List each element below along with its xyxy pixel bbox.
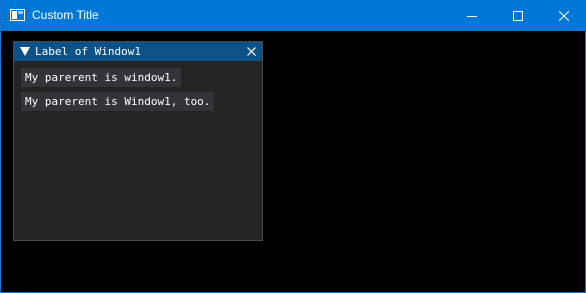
imgui-titlebar[interactable]: Label of Window1 xyxy=(14,42,262,61)
collapse-arrow-icon[interactable] xyxy=(20,47,30,56)
child-label-item[interactable]: My parerent is window1. xyxy=(21,68,182,87)
close-button[interactable] xyxy=(541,0,586,31)
imgui-window[interactable]: Label of Window1 My parerent is window1.… xyxy=(13,41,263,241)
minimize-icon xyxy=(467,15,477,17)
window-title: Custom Title xyxy=(32,8,99,22)
minimize-button[interactable] xyxy=(449,0,495,31)
imgui-close-button[interactable] xyxy=(245,45,258,58)
os-titlebar[interactable]: Custom Title xyxy=(1,0,586,31)
client-area: Label of Window1 My parerent is window1.… xyxy=(1,31,585,292)
imgui-window-title: Label of Window1 xyxy=(35,45,141,58)
app-window-icon xyxy=(10,9,25,21)
close-icon xyxy=(559,10,569,21)
maximize-icon xyxy=(513,10,523,21)
maximize-button[interactable] xyxy=(495,0,541,31)
close-icon xyxy=(247,47,256,56)
child-label-item[interactable]: My parerent is Window1, too. xyxy=(21,92,215,111)
os-window: Custom Title Label of Window1 My pareren… xyxy=(0,0,586,293)
